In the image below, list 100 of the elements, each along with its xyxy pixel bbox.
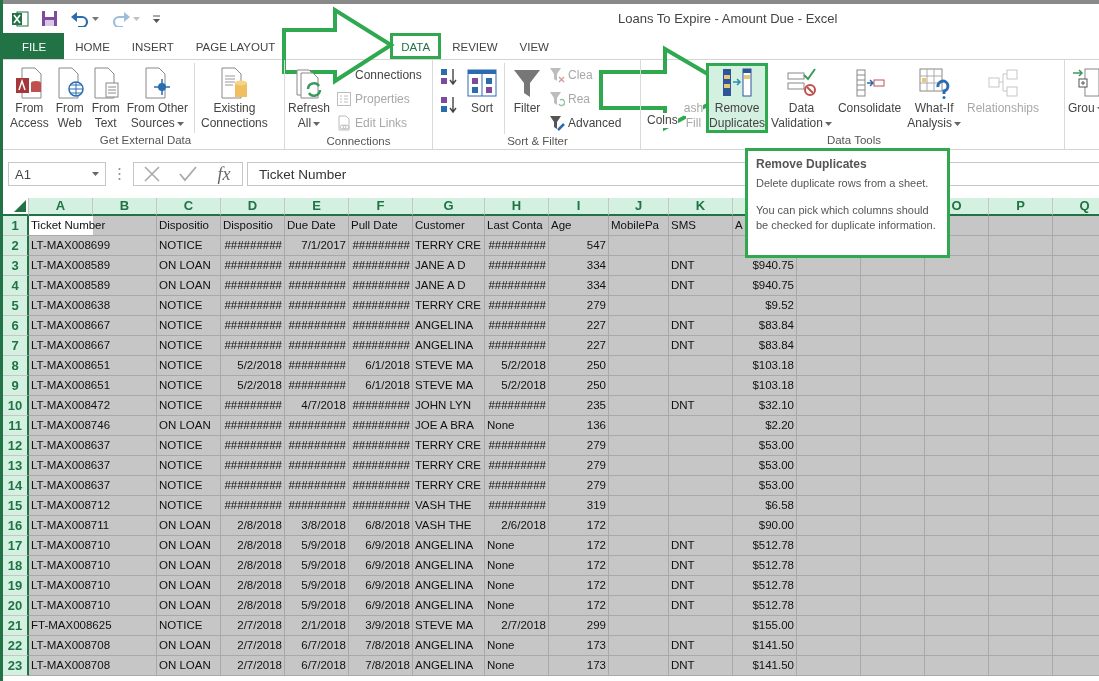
ribbon-button[interactable]: From Access [7,63,52,133]
ribbon-tab[interactable]: HOME [64,33,121,59]
ribbon-button[interactable]: Filter [508,63,546,133]
column-header[interactable]: I [549,198,609,216]
ribbon-button[interactable]: Advanced [546,112,625,134]
column-header[interactable]: C [157,198,221,216]
file-tab[interactable]: FILE [3,33,65,59]
row-header[interactable]: 6 [3,316,29,336]
column-header[interactable]: K [669,198,733,216]
table-cell: FT-MAX008625 [29,616,157,636]
row-header[interactable]: 14 [3,476,29,496]
ribbon-tab[interactable]: DATA [390,33,442,59]
ribbon-tab[interactable]: VIEW [508,33,560,59]
row-header[interactable]: 20 [3,596,29,616]
row-header[interactable]: 1 [3,216,29,236]
table-cell: ######### [285,316,349,336]
table-cell: ON LOAN [157,256,221,276]
row-header[interactable]: 16 [3,516,29,536]
table-cell: 250 [549,356,609,376]
row-header[interactable]: 18 [3,556,29,576]
table-cell: TERRY CRE [413,476,485,496]
row-header[interactable]: 9 [3,376,29,396]
table-cell: 2/7/2018 [485,616,549,636]
column-header[interactable]: G [413,198,485,216]
table-cell: ON LOAN [157,576,221,596]
column-header[interactable]: E [285,198,349,216]
table-cell: ######### [221,276,285,296]
column-header[interactable]: J [609,198,669,216]
table-cell: NOTICE [157,236,221,256]
ribbon-button[interactable]: Remove Duplicates [706,63,769,133]
table-cell: ######### [485,256,549,276]
ribbon-button[interactable]: Grou [1065,63,1099,133]
table-cell: $512.78 [733,576,797,596]
row-header[interactable]: 8 [3,356,29,376]
ribbon-button[interactable]: Data Validation [768,63,835,133]
table-cell: ######### [221,456,285,476]
table-cell: ######### [285,476,349,496]
ribbon-button[interactable]: Colns [644,63,681,133]
table-cell: 6/7/2018 [285,636,349,656]
table-cell: 6/9/2018 [349,556,413,576]
table-cell: Customer [413,216,485,236]
table-cell: JANE A D [413,276,485,296]
table-cell: DNT [669,576,733,596]
column-header[interactable]: A [29,198,93,216]
ribbon-tab[interactable]: INSERT [120,33,185,59]
row-header[interactable]: 2 [3,236,29,256]
column-header[interactable]: B [93,198,157,216]
row-header[interactable]: 21 [3,616,29,636]
ribbon-tab[interactable]: PAGE LAYOUT [184,33,287,59]
table-cell: $141.50 [733,636,797,656]
ribbon-button[interactable]: From Other Sources [123,63,192,133]
table-cell: 5/9/2018 [285,596,349,616]
table-cell: LT-MAX008651 [29,376,157,396]
row-header[interactable]: 11 [3,416,29,436]
row-header[interactable]: 4 [3,276,29,296]
group-label: Connections [325,134,392,149]
table-cell: ######### [485,456,549,476]
table-cell: 2/7/2018 [221,656,285,676]
row-header[interactable]: 15 [3,496,29,516]
row-header[interactable]: 5 [3,296,29,316]
row-header[interactable]: 23 [3,656,29,676]
table-cell: $32.10 [733,396,797,416]
row-header[interactable]: 19 [3,576,29,596]
ribbon-tab[interactable]: REVIEW [441,33,509,59]
ribbon-button[interactable]: Existing Connections [198,63,271,133]
table-cell: 319 [549,496,609,516]
table-cell: 547 [549,236,609,256]
ribbon-button[interactable]: Sort [463,63,501,133]
table-cell: 5/9/2018 [285,576,349,596]
ribbon-button[interactable]: Refresh All [285,63,334,133]
ribbon-button[interactable]: What-If Analysis [904,63,964,133]
table-cell: Dispositio [221,216,285,236]
column-header[interactable]: Q [1053,198,1099,216]
row-header[interactable]: 22 [3,636,29,656]
table-cell: ######### [285,496,349,516]
name-box[interactable]: A1 [8,162,106,186]
ribbon-button[interactable]: Connections [333,64,425,86]
column-header[interactable]: F [349,198,413,216]
row-header[interactable]: 10 [3,396,29,416]
row-header[interactable]: 12 [3,436,29,456]
table-cell: NOTICE [157,616,221,636]
table-cell: Pull Date [349,216,413,236]
row-header[interactable]: 17 [3,536,29,556]
ribbon-button[interactable]: From Web [51,63,88,133]
column-header[interactable]: D [221,198,285,216]
row-header[interactable]: 7 [3,336,29,356]
row-header[interactable]: 3 [3,256,29,276]
table-cell: 6/1/2018 [349,376,413,396]
row-header[interactable]: 13 [3,456,29,476]
table-cell: 227 [549,316,609,336]
insert-function-button[interactable]: fx [215,163,233,185]
table-cell: 172 [549,516,609,536]
column-header[interactable]: P [989,198,1053,216]
table-cell: SMS [669,216,733,236]
table-cell: STEVE MA [413,356,485,376]
ribbon-button[interactable]: Consolidate [834,63,905,133]
table-cell: $53.00 [733,456,797,476]
table-cell: 173 [549,656,609,676]
ribbon-button[interactable]: From Text [87,63,124,133]
column-header[interactable]: H [485,198,549,216]
